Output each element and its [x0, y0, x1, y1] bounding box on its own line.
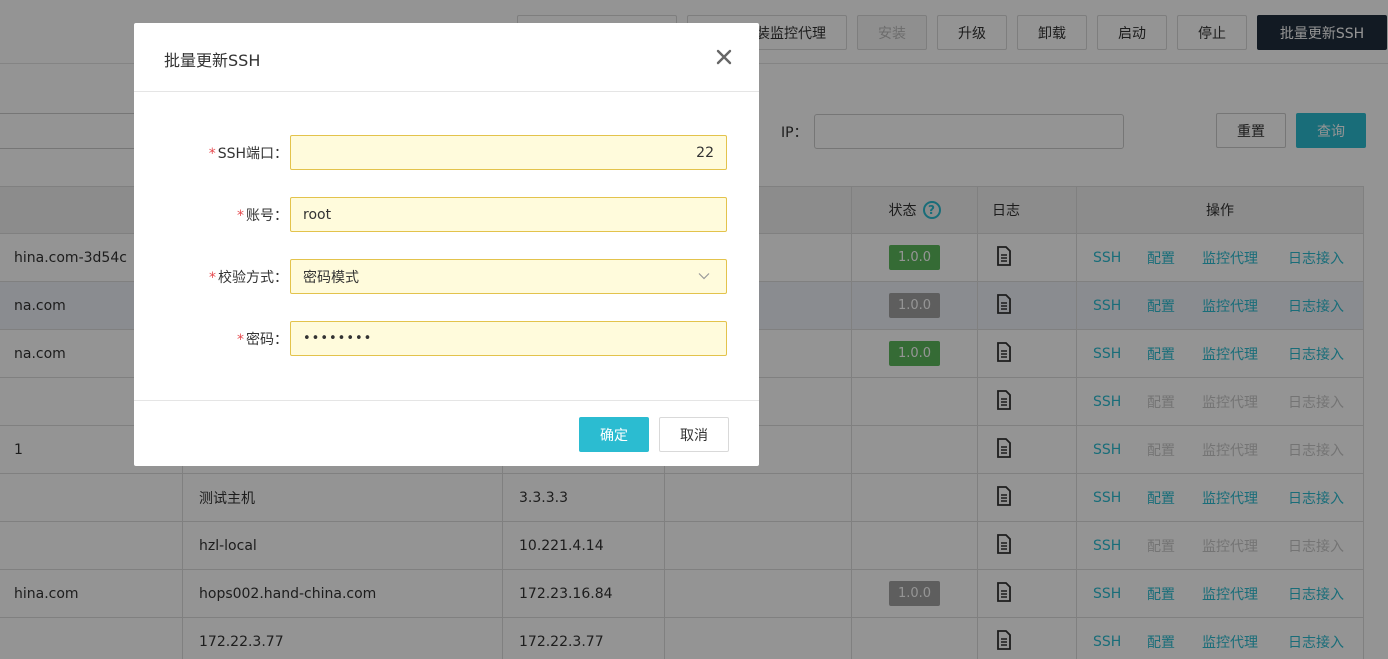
ssh-port-input[interactable]: 22 [290, 135, 727, 170]
form-row-account: * 账号： root [134, 197, 759, 232]
auth-mode-value: 密码模式 [303, 269, 359, 286]
port-label: * SSH端口： [209, 143, 288, 163]
dialog-title: 批量更新SSH [164, 51, 261, 70]
auth-label-text: 校验方式： [218, 270, 288, 286]
account-input[interactable]: root [290, 197, 727, 232]
password-label: * 密码： [237, 329, 288, 349]
required-mark: * [208, 146, 216, 162]
account-label: * 账号： [237, 205, 288, 225]
confirm-button[interactable]: 确定 [579, 417, 649, 452]
required-mark: * [237, 208, 244, 224]
auth-mode-select[interactable]: 密码模式 [290, 259, 727, 294]
password-label-text: 密码： [246, 332, 288, 348]
dialog-footer: 确定 取消 [134, 400, 759, 466]
form-row-port: * SSH端口： 22 [134, 135, 759, 170]
form-row-auth: * 校验方式： 密码模式 [134, 259, 759, 294]
close-icon[interactable] [714, 47, 734, 67]
batch-update-ssh-dialog: 批量更新SSH * SSH端口： 22 * 账号： root * 校验方式： 密码模式… [134, 23, 759, 466]
password-mask: •••••••• [303, 331, 373, 346]
required-mark: * [209, 270, 216, 286]
account-label-text: 账号： [246, 208, 288, 224]
auth-label: * 校验方式： [209, 267, 288, 287]
dialog-header: 批量更新SSH [134, 23, 759, 92]
cancel-button[interactable]: 取消 [659, 417, 729, 452]
chevron-down-icon [698, 273, 710, 280]
form-row-password: * 密码： •••••••• [134, 321, 759, 356]
password-input[interactable]: •••••••• [290, 321, 727, 356]
required-mark: * [237, 332, 244, 348]
port-label-text: SSH端口： [217, 146, 288, 162]
